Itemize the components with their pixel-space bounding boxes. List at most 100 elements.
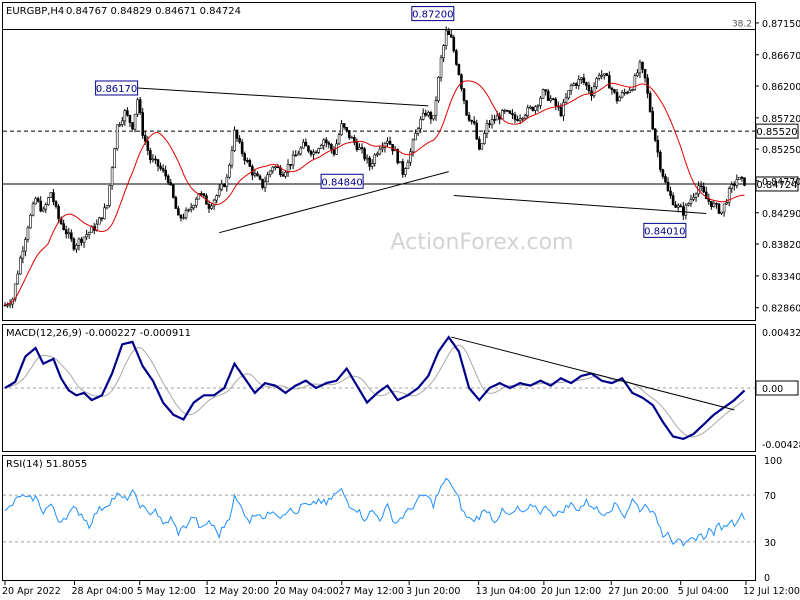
candle-body	[656, 139, 660, 153]
candle-body	[648, 93, 652, 112]
candle-body	[291, 154, 295, 166]
candle-body	[373, 154, 377, 164]
candle-body	[245, 160, 249, 162]
candle-body	[398, 161, 402, 164]
candle-body	[462, 88, 466, 101]
candle-body	[64, 229, 68, 235]
candle-body	[401, 161, 405, 175]
candle-body	[653, 128, 657, 141]
candle-body	[149, 150, 152, 160]
candle-body	[228, 164, 231, 178]
candle-body	[480, 143, 484, 150]
candle-body	[582, 77, 586, 83]
candle-body	[623, 91, 626, 94]
candle-body	[225, 176, 229, 187]
candle-body	[220, 183, 224, 190]
candle-body	[610, 87, 614, 90]
candle-body	[271, 166, 275, 172]
candle-body	[31, 203, 35, 216]
candle-body	[54, 201, 58, 207]
candle-body	[44, 204, 48, 210]
candle-body	[664, 176, 667, 183]
candle-body	[536, 105, 540, 108]
candle-body	[465, 100, 468, 116]
price-ytick-label: 0.86670	[762, 51, 800, 62]
candle-body	[108, 185, 111, 206]
candle-body	[337, 134, 341, 145]
candle-body	[18, 257, 22, 275]
candle-body	[256, 173, 259, 177]
candle-body	[82, 236, 86, 243]
rsi-ytick-label: 0	[764, 573, 770, 584]
price-label-text: 0.84010	[644, 226, 685, 237]
candle-body	[567, 90, 570, 99]
candle-body	[541, 89, 545, 99]
macd-ytick-label: 0.00	[762, 384, 783, 395]
candle-body	[554, 98, 558, 107]
price-label-0.84010: 0.84010	[643, 222, 687, 238]
candle-body	[434, 100, 438, 116]
candle-body	[212, 199, 216, 207]
candle-body	[429, 112, 433, 120]
candle-body	[569, 85, 573, 91]
candle-body	[628, 89, 632, 93]
candle-body	[358, 147, 361, 150]
candle-body	[457, 64, 461, 76]
candle-body	[477, 138, 481, 150]
watermark: ActionForex.com	[391, 230, 574, 255]
candle-body	[577, 79, 581, 86]
candle-body	[70, 232, 73, 240]
candle-body	[136, 99, 139, 115]
candle-body	[284, 171, 287, 177]
price-label-0.87200: 0.87200	[411, 6, 455, 22]
candle-body	[562, 102, 565, 117]
candle-body	[217, 188, 221, 196]
candle-body	[164, 169, 167, 177]
candle-body	[194, 198, 198, 206]
candle-body	[207, 204, 211, 209]
candle-body	[636, 72, 639, 76]
candle-body	[179, 214, 183, 219]
candle-body	[442, 45, 445, 59]
candle-body	[559, 106, 563, 117]
candle-body	[350, 137, 354, 139]
candle-body	[24, 239, 27, 252]
candle-body	[495, 115, 499, 121]
candle-body	[75, 245, 78, 250]
candle-body	[651, 111, 655, 130]
candle-body	[608, 75, 611, 89]
candle-body	[16, 273, 20, 285]
candle-body	[49, 192, 53, 198]
candle-body	[365, 157, 369, 160]
candle-body	[549, 98, 553, 101]
candle-body	[126, 110, 129, 116]
candle-body	[258, 175, 262, 180]
candle-body	[268, 170, 272, 175]
x-tick-label: 20 Apr 2022	[2, 586, 61, 597]
candle-body	[633, 75, 637, 91]
candle-body	[447, 30, 451, 36]
candle-body	[620, 92, 624, 98]
candle-body	[511, 113, 514, 116]
candle-body	[230, 150, 234, 166]
candle-body	[740, 176, 744, 179]
candle-body	[363, 148, 366, 160]
candle-body	[687, 203, 690, 206]
candle-body	[294, 154, 298, 157]
candle-body	[404, 168, 407, 175]
ohlc-header: 0.84767 0.84829 0.84671 0.84724	[66, 6, 241, 17]
candle-body	[8, 303, 12, 306]
candle-body	[386, 140, 389, 144]
price-label-0.84840: 0.84840	[320, 173, 364, 189]
price-label-text: 0.84840	[321, 177, 362, 188]
candle-body	[177, 208, 180, 216]
x-tick-label: 12 Jul 12:00	[743, 586, 800, 597]
candle-body	[521, 117, 524, 120]
candle-body	[643, 69, 647, 79]
candle-body	[281, 174, 285, 177]
candle-body	[161, 168, 165, 171]
candle-body	[602, 73, 606, 76]
symbol-header: EURGBP,H4	[6, 6, 64, 17]
candle-body	[613, 89, 616, 93]
candle-body	[411, 139, 415, 153]
